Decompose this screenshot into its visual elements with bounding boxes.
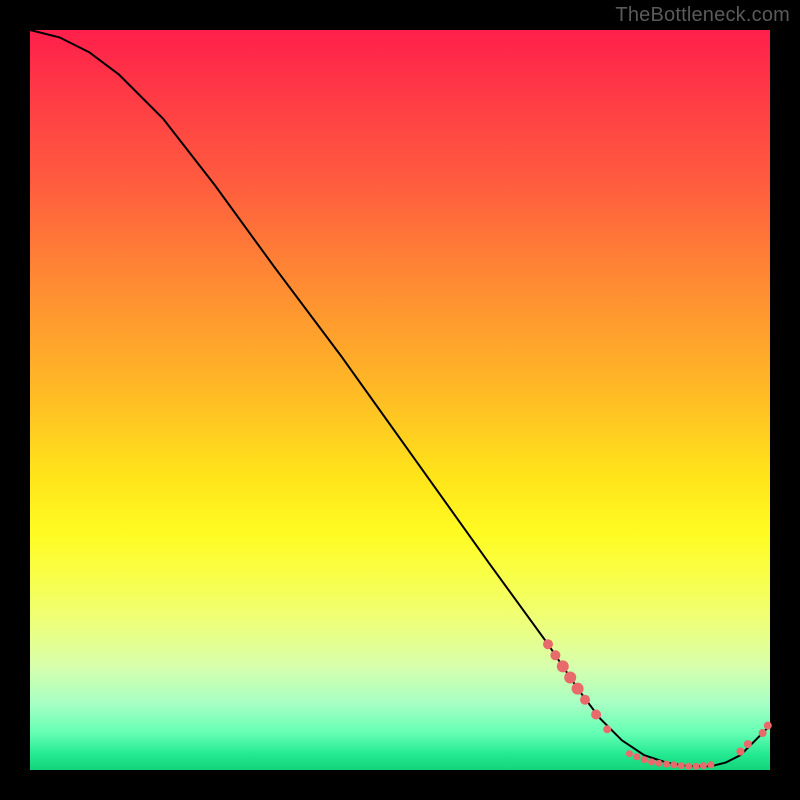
data-marker <box>550 650 560 660</box>
data-marker <box>633 753 640 760</box>
data-marker <box>557 660 569 672</box>
data-marker <box>700 762 707 769</box>
chart-stage: TheBottleneck.com <box>0 0 800 800</box>
bottleneck-curve <box>30 30 770 766</box>
data-marker <box>764 722 772 730</box>
marker-group <box>543 639 772 770</box>
plot-area <box>30 30 770 770</box>
data-marker <box>603 725 611 733</box>
data-marker <box>707 761 714 768</box>
data-marker <box>656 760 663 767</box>
data-marker <box>564 672 576 684</box>
data-marker <box>736 748 744 756</box>
data-marker <box>663 761 670 768</box>
data-marker <box>648 758 655 765</box>
data-marker <box>678 762 685 769</box>
data-marker <box>641 756 648 763</box>
data-marker <box>744 740 752 748</box>
data-marker <box>626 750 633 757</box>
watermark-text: TheBottleneck.com <box>615 4 790 27</box>
data-marker <box>670 761 677 768</box>
data-marker <box>591 710 601 720</box>
data-marker <box>572 683 584 695</box>
data-marker <box>685 763 692 770</box>
curve-svg <box>30 30 770 770</box>
data-marker <box>543 639 553 649</box>
data-marker <box>580 695 590 705</box>
data-marker <box>759 729 767 737</box>
data-marker <box>693 763 700 770</box>
